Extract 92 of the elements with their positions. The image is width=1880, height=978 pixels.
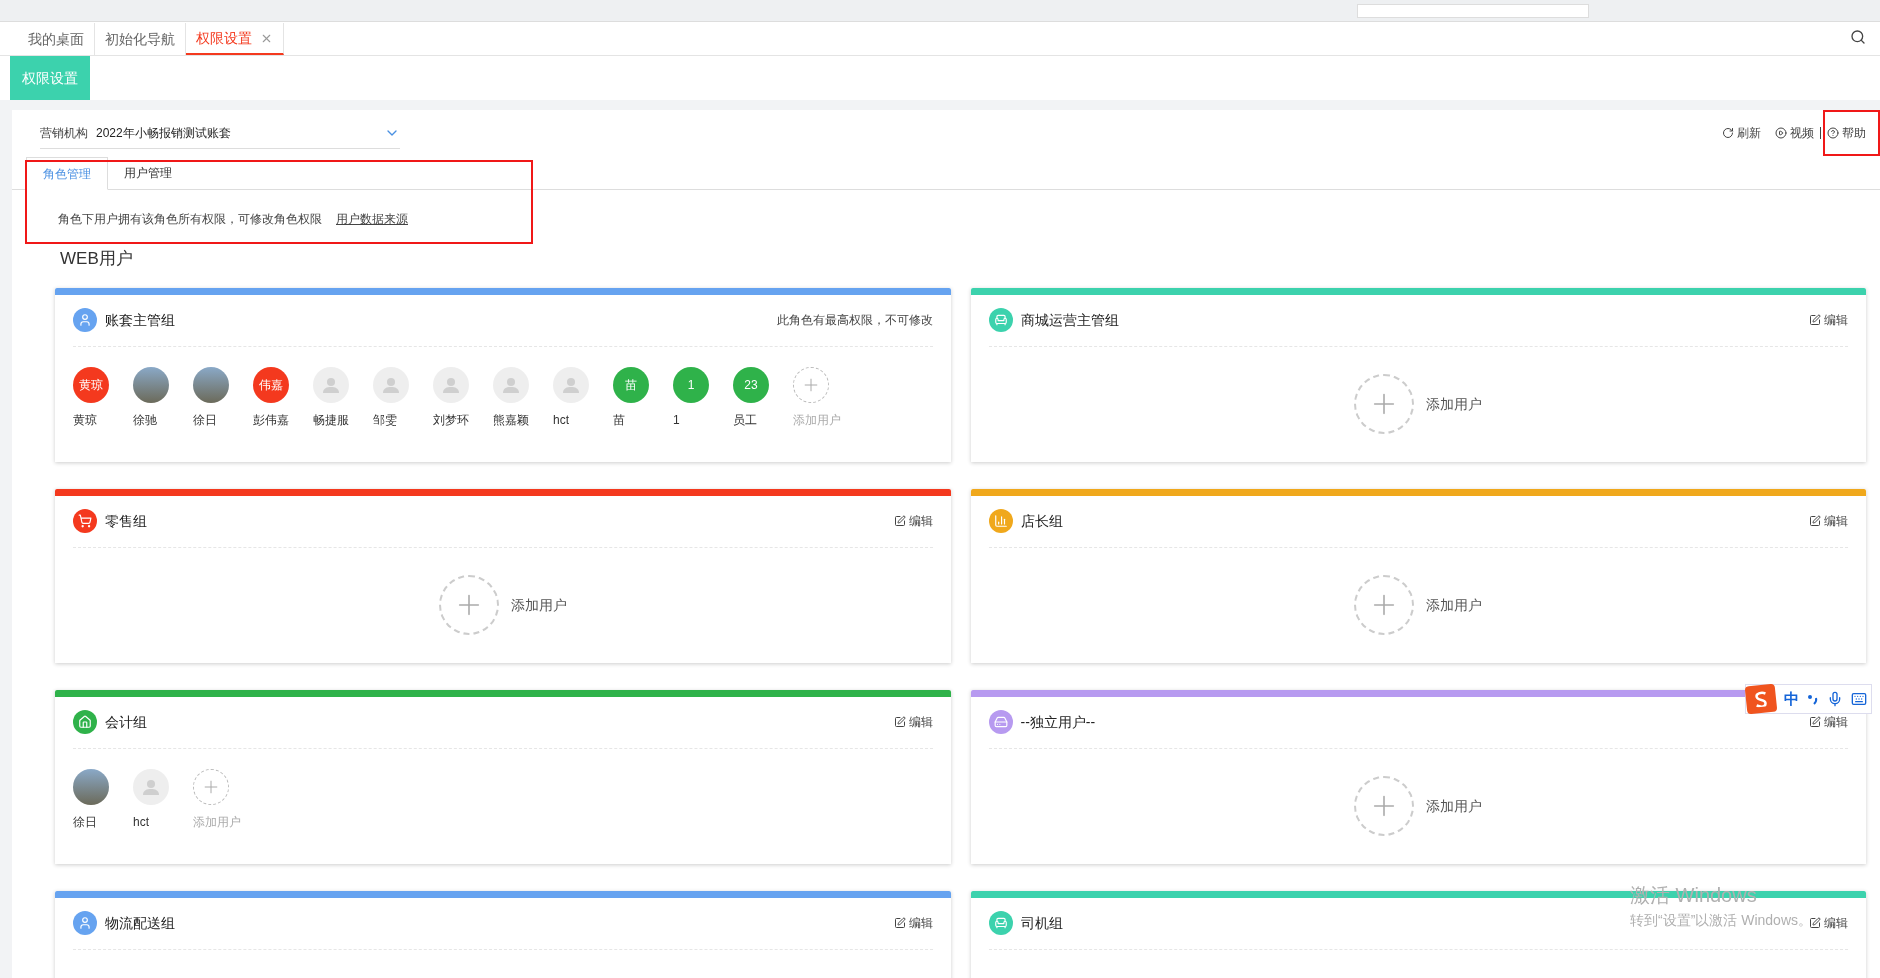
- person-icon: [382, 375, 400, 394]
- person-icon: [322, 375, 340, 394]
- person-icon: [502, 375, 520, 394]
- user-name: 添加用户: [193, 813, 241, 831]
- page-tab[interactable]: 我的桌面: [18, 23, 95, 55]
- role-name: 零售组: [105, 511, 147, 531]
- help-icon: [1827, 127, 1839, 139]
- role-name: --独立用户--: [1020, 712, 1096, 732]
- ime-mode[interactable]: 中: [1784, 687, 1799, 711]
- punctuation-icon[interactable]: [1807, 693, 1819, 705]
- edit-icon: [1809, 917, 1821, 929]
- person-icon: [142, 777, 160, 796]
- toolbar-button[interactable]: 视频: [1775, 124, 1814, 142]
- refresh-icon: [1722, 127, 1734, 139]
- user-name: 彭伟嘉: [253, 411, 289, 429]
- edit-button[interactable]: 编辑: [1809, 512, 1848, 530]
- activation-text: 转到“设置”以激活 Windows。: [1630, 911, 1812, 930]
- add-user-button[interactable]: [1354, 374, 1415, 434]
- user-name: 1: [673, 411, 680, 429]
- armchair-icon: [988, 911, 1013, 935]
- user-name: 黄琼: [73, 411, 97, 429]
- person-icon: [442, 375, 460, 394]
- sub-tab[interactable]: 用户管理: [108, 156, 188, 189]
- edit-button[interactable]: 编辑: [1809, 713, 1848, 731]
- page-tab[interactable]: 初始化导航: [95, 23, 186, 55]
- user-avatar: 苗: [613, 366, 649, 403]
- add-user-button[interactable]: [438, 575, 499, 635]
- user-name: 添加用户: [793, 411, 841, 429]
- edit-icon: [893, 917, 906, 929]
- user-name: 熊嘉颖: [493, 411, 529, 429]
- user-avatar: 1: [673, 366, 709, 403]
- user-name: 徐日: [73, 813, 97, 831]
- annotation-frame: [1823, 110, 1880, 156]
- add-user-button[interactable]: [1354, 575, 1415, 635]
- edit-icon: [1809, 314, 1821, 326]
- user-name: hct: [133, 813, 149, 831]
- drive-icon: [988, 710, 1013, 734]
- user-name: hct: [553, 411, 569, 429]
- add-user-label: 添加用户: [1426, 595, 1483, 615]
- play-icon: [1775, 127, 1787, 139]
- user-name: 畅捷服: [313, 411, 349, 429]
- role-note: 此角色有最高权限，不可修改: [776, 312, 933, 329]
- org-select[interactable]: 营销机构 2022年小畅报销测试账套: [40, 117, 400, 149]
- user-name: 苗: [613, 411, 625, 429]
- role-name: 账套主管组: [105, 310, 175, 330]
- role-name: 司机组: [1020, 913, 1063, 933]
- user-name: 刘梦环: [433, 411, 469, 429]
- role-name: 商城运营主管组: [1020, 310, 1119, 330]
- add-user-label: 添加用户: [1426, 394, 1483, 414]
- user-name: 徐驰: [133, 411, 157, 429]
- chart-icon: [988, 509, 1013, 533]
- user-avatar: 23: [733, 366, 769, 403]
- role-name: 会计组: [105, 712, 147, 732]
- user-avatar: 黄琼: [73, 366, 109, 403]
- search-field[interactable]: [1357, 3, 1589, 18]
- armchair-icon: [988, 308, 1013, 332]
- edit-icon: [1809, 515, 1821, 527]
- sub-tab[interactable]: 角色管理: [26, 157, 108, 190]
- add-user-label: 添加用户: [510, 595, 567, 615]
- role-name: 物流配送组: [105, 913, 175, 933]
- edit-icon: [893, 716, 906, 728]
- page-title: 权限设置: [10, 56, 90, 100]
- user-name: 徐日: [193, 411, 217, 429]
- keyboard-icon[interactable]: [1851, 691, 1867, 707]
- edit-button[interactable]: 编辑: [893, 512, 933, 530]
- edit-button[interactable]: 编辑: [1809, 914, 1848, 932]
- edit-button[interactable]: 编辑: [893, 713, 933, 731]
- data-source-link[interactable]: 用户数据来源: [336, 210, 408, 228]
- microphone-icon[interactable]: [1827, 691, 1843, 707]
- user-name: 邹雯: [373, 411, 397, 429]
- description-text: 角色下用户拥有该角色所有权限，可修改角色权限: [58, 211, 322, 228]
- add-user-button[interactable]: [1354, 776, 1415, 836]
- role-name: 店长组: [1020, 511, 1063, 531]
- edit-icon: [893, 515, 906, 527]
- add-user-label: 添加用户: [1426, 796, 1483, 816]
- search-icon[interactable]: [1850, 29, 1866, 45]
- edit-button[interactable]: 编辑: [893, 914, 933, 932]
- house-icon: [73, 710, 97, 734]
- person-icon: [73, 911, 97, 935]
- photo-placeholder: [73, 768, 109, 805]
- person-icon: [562, 375, 580, 394]
- edit-button[interactable]: 编辑: [1809, 311, 1848, 329]
- edit-icon: [1809, 716, 1821, 728]
- person-icon: [73, 308, 97, 332]
- section-title: WEB用户: [59, 248, 134, 270]
- user-avatar: 伟嘉: [253, 366, 289, 403]
- user-name: 员工: [733, 411, 757, 429]
- photo-placeholder: [133, 366, 169, 403]
- toolbar-button[interactable]: 刷新: [1722, 124, 1761, 142]
- cart-icon: [73, 509, 97, 533]
- photo-placeholder: [193, 366, 229, 403]
- toolbar-button[interactable]: 帮助: [1827, 124, 1866, 142]
